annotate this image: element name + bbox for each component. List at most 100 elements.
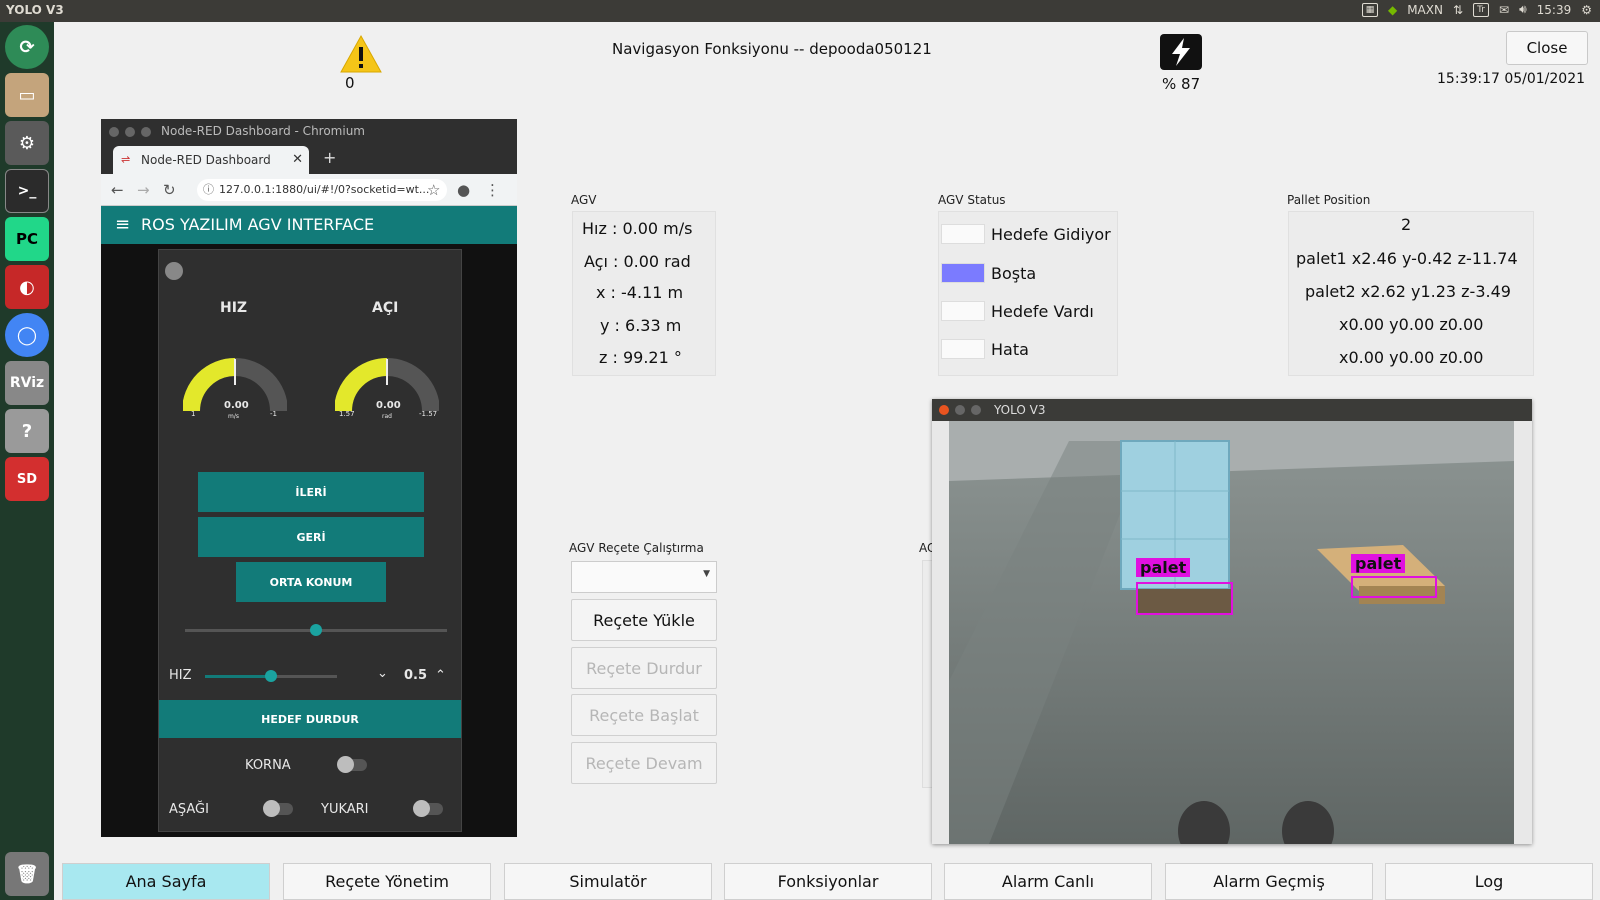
down-toggle[interactable] — [263, 800, 293, 817]
battery-charging-icon — [1160, 34, 1202, 70]
nav-functions[interactable]: Fonksiyonlar — [724, 863, 932, 900]
angle-gauge-unit: rad — [382, 413, 392, 420]
speed-slider-knob[interactable] — [265, 670, 277, 682]
stop-recipe-button[interactable]: Reçete Durdur — [571, 647, 717, 689]
language-icon[interactable]: Tr — [1473, 2, 1490, 17]
dashboard-body: HIZ AÇI 0.00 m/s 1 -1 0.00 rad 1.57 -1.5… — [101, 244, 517, 837]
gear-icon[interactable]: ⚙ — [1581, 3, 1592, 17]
steering-slider-knob[interactable] — [310, 624, 322, 636]
trash-icon[interactable]: 🗑︎ — [5, 852, 49, 896]
nav-simulator[interactable]: Simulatör — [504, 863, 712, 900]
system-update-icon[interactable]: ⟳ — [5, 25, 49, 69]
gauge-speed-label: HIZ — [220, 300, 248, 316]
mail-icon[interactable]: ✉ — [1499, 3, 1509, 17]
recipe-section-title: AGV Reçete Çalıştırma — [569, 541, 704, 555]
pallet-line-1: palet1 x2.46 y-0.42 z-11.74 — [1296, 249, 1518, 268]
close-window-icon[interactable] — [109, 127, 119, 137]
terminal-icon[interactable]: >_ — [5, 169, 49, 213]
back-button[interactable]: GERİ — [198, 517, 424, 557]
app-icon[interactable]: ◐ — [5, 265, 49, 309]
chromium-icon[interactable]: ◯ — [5, 313, 49, 357]
keyboard-icon[interactable]: ▦ — [1361, 2, 1378, 17]
detection-label-2: palet — [1351, 554, 1406, 573]
horn-toggle[interactable] — [337, 756, 367, 773]
close-tab-icon[interactable]: ✕ — [292, 146, 303, 174]
datetime: 15:39:17 05/01/2021 — [1437, 71, 1586, 87]
account-icon[interactable]: ● — [457, 181, 470, 199]
battery-level: % 87 — [1162, 75, 1201, 93]
file-manager-icon[interactable]: ▭ — [5, 73, 49, 117]
status-indicator — [165, 262, 183, 280]
increase-icon[interactable]: ⌃ — [435, 668, 446, 683]
chromium-window: Node-RED Dashboard - Chromium ⇌ Node-RED… — [101, 119, 517, 837]
control-panel: HIZ AÇI 0.00 m/s 1 -1 0.00 rad 1.57 -1.5… — [158, 249, 462, 832]
yolo-titlebar[interactable]: YOLO V3 — [932, 399, 1532, 421]
stop-target-button[interactable]: HEDEF DURDUR — [159, 700, 461, 738]
load-recipe-button[interactable]: Reçete Yükle — [571, 599, 717, 641]
up-toggle[interactable] — [413, 800, 443, 817]
angle-gauge-value: 0.00 — [376, 400, 401, 411]
sd-card-icon[interactable]: SD — [5, 457, 49, 501]
pallet-line-4: x0.00 y0.00 z0.00 — [1339, 348, 1484, 367]
maximize-window-icon[interactable] — [971, 405, 981, 415]
nav-log[interactable]: Log — [1385, 863, 1593, 900]
pycharm-icon[interactable]: PC — [5, 217, 49, 261]
close-window-icon[interactable] — [939, 405, 949, 415]
nvidia-icon[interactable]: ◆ — [1388, 3, 1397, 17]
url-field[interactable]: ⓘ 127.0.0.1:1880/ui/#!/0?socketid=wt... — [197, 179, 447, 201]
nav-alarm-history[interactable]: Alarm Geçmiş — [1165, 863, 1373, 900]
nav-recipe-management[interactable]: Reçete Yönetim — [283, 863, 491, 900]
rviz-icon[interactable]: RViz — [5, 361, 49, 405]
start-recipe-button[interactable]: Reçete Başlat — [571, 694, 717, 736]
new-tab-icon[interactable]: + — [323, 148, 336, 167]
forward-icon[interactable]: → — [137, 181, 150, 199]
agv-status-panel: Hedefe Gidiyor Boşta Hedefe Vardı Hata — [938, 211, 1118, 376]
hamburger-menu-icon[interactable]: ≡ — [115, 206, 130, 244]
network-icon[interactable]: ⇅ — [1453, 3, 1463, 17]
pallet-position-title: Pallet Position — [1287, 193, 1371, 207]
url-text: 127.0.0.1:1880/ui/#!/0?socketid=wt... — [219, 183, 430, 196]
detection-label-1: palet — [1136, 558, 1191, 577]
window-title: Node-RED Dashboard - Chromium — [161, 124, 365, 138]
power-mode-label[interactable]: MAXN — [1407, 3, 1443, 17]
down-label: AŞAĞI — [169, 802, 209, 817]
status-label-arrived: Hedefe Vardı — [991, 302, 1094, 321]
window-titlebar[interactable]: Node-RED Dashboard - Chromium — [101, 119, 517, 144]
more-menu-icon[interactable]: ⋮ — [485, 181, 500, 199]
close-button[interactable]: Close — [1506, 31, 1588, 65]
recipe-select[interactable]: ▼ — [571, 561, 717, 593]
status-label-idle: Boşta — [991, 264, 1037, 283]
back-icon[interactable]: ← — [111, 181, 124, 199]
agv-x: x : -4.11 m — [596, 283, 684, 302]
center-position-button[interactable]: ORTA KONUM — [236, 562, 386, 602]
resume-recipe-button[interactable]: Reçete Devam — [571, 742, 717, 784]
browser-tab[interactable]: ⇌ Node-RED Dashboard ✕ — [113, 146, 309, 174]
camera-feed: palet palet — [949, 421, 1514, 844]
settings-icon[interactable]: ⚙ — [5, 121, 49, 165]
status-indicator-moving — [941, 224, 985, 244]
status-indicator-idle — [941, 263, 985, 283]
minimize-window-icon[interactable] — [125, 127, 135, 137]
nav-alarm-live[interactable]: Alarm Canlı — [944, 863, 1152, 900]
warning-icon — [340, 34, 382, 73]
detection-box-2 — [1351, 576, 1437, 598]
decrease-icon[interactable]: ⌄ — [377, 666, 388, 681]
maximize-window-icon[interactable] — [141, 127, 151, 137]
agv-section-title: AGV — [571, 193, 597, 207]
speed-gauge-unit: m/s — [228, 413, 239, 420]
volume-icon[interactable]: 🔊︎ — [1519, 2, 1527, 17]
nav-home[interactable]: Ana Sayfa — [62, 863, 270, 900]
reload-icon[interactable]: ↻ — [163, 181, 176, 199]
speed-gauge-max: -1 — [270, 410, 277, 418]
yolo-window-title: YOLO V3 — [994, 403, 1046, 417]
warehouse-scene — [949, 421, 1514, 844]
speed-gauge-value: 0.00 — [224, 400, 249, 411]
status-indicator-arrived — [941, 301, 985, 321]
help-icon[interactable]: ? — [5, 409, 49, 453]
clock[interactable]: 15:39 — [1537, 3, 1572, 17]
forward-button[interactable]: İLERİ — [198, 472, 424, 512]
status-label-moving: Hedefe Gidiyor — [991, 225, 1111, 244]
node-red-icon: ⇌ — [121, 153, 131, 166]
minimize-window-icon[interactable] — [955, 405, 965, 415]
star-icon[interactable]: ☆ — [427, 181, 440, 199]
